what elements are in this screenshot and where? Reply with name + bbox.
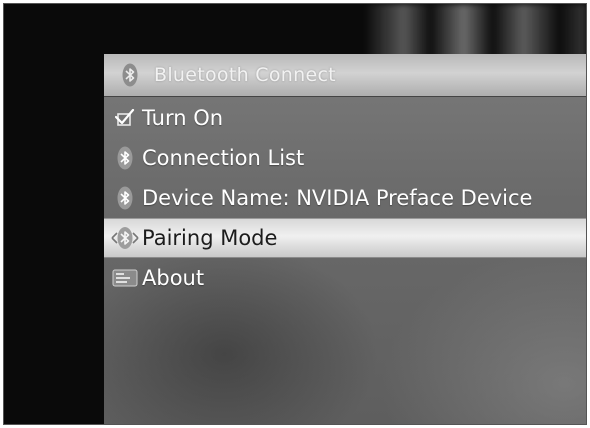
menu-item-about[interactable]: About <box>104 258 586 298</box>
menu-item-label: Pairing Mode <box>142 226 278 250</box>
info-icon <box>108 264 142 292</box>
bluetooth-icon <box>120 62 140 88</box>
photo-frame: Bluetooth Connect Turn On Connection Lis… <box>3 3 587 425</box>
menu-item-label: About <box>142 266 205 290</box>
menu-item-label: Turn On <box>142 106 224 130</box>
bluetooth-icon <box>108 184 142 212</box>
tv-screen: Bluetooth Connect Turn On Connection Lis… <box>104 54 586 424</box>
page-title: Bluetooth Connect <box>154 64 336 86</box>
bluetooth-icon <box>108 144 142 172</box>
title-bar: Bluetooth Connect <box>104 54 586 97</box>
menu-item-connection-list[interactable]: Connection List <box>104 138 586 178</box>
menu-item-pairing-mode[interactable]: Pairing Mode <box>104 218 586 258</box>
checkbox-checked-icon[interactable] <box>108 104 142 132</box>
menu-item-label: Device Name: NVIDIA Preface Device <box>142 186 533 210</box>
settings-menu: Turn On Connection List Device Name: NVI… <box>104 98 586 298</box>
bluetooth-pairing-icon <box>108 224 142 252</box>
menu-item-label: Connection List <box>142 146 305 170</box>
menu-item-turn-on[interactable]: Turn On <box>104 98 586 138</box>
menu-item-device-name[interactable]: Device Name: NVIDIA Preface Device <box>104 178 586 218</box>
